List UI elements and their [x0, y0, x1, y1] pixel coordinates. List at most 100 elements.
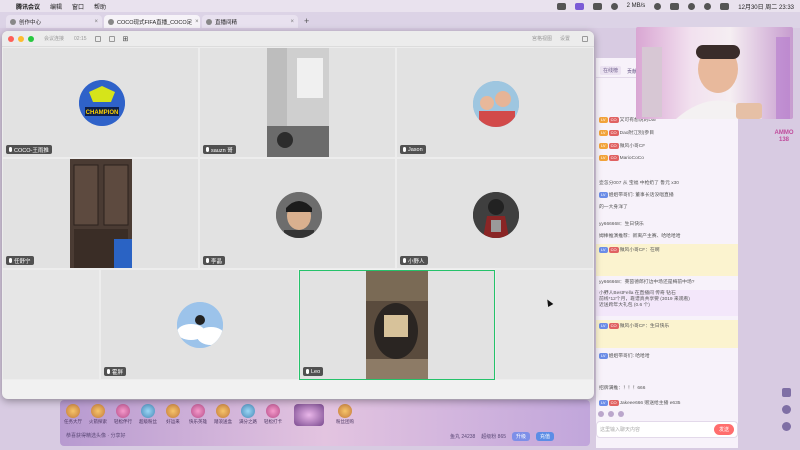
gift-item[interactable]: 轻松打卡	[264, 404, 282, 427]
fan-badge: CO	[608, 117, 619, 123]
minimize-window-button[interactable]	[18, 35, 24, 42]
tray-icon[interactable]	[592, 2, 602, 10]
menu-app-name[interactable]: 腾讯会议	[16, 2, 40, 11]
participant-tile[interactable]: Jason	[396, 47, 594, 158]
rail-refresh-icon[interactable]	[782, 405, 791, 414]
participant-face-image	[276, 192, 322, 238]
view-switch-button[interactable]: 宫格视图	[532, 35, 552, 42]
chat-message: 姆棒推演推荐：新离产主赛、哈哈哈哈	[599, 234, 681, 239]
close-icon[interactable]: ×	[94, 19, 98, 25]
meeting-status-icon[interactable]	[556, 2, 566, 10]
gift-item[interactable]: 满分之路	[239, 404, 257, 427]
gift-item[interactable]: 超级粉丝	[139, 404, 157, 427]
gift-item[interactable]: 任务大厅	[64, 404, 82, 427]
chat-toolbar	[598, 411, 624, 417]
rail-menu-icon[interactable]	[782, 388, 791, 397]
menu-item-window[interactable]: 窗口	[72, 2, 84, 11]
chat-message: yy666668：生日快乐	[599, 222, 644, 227]
participant-name-tag: Jason	[400, 145, 426, 154]
mic-icon	[107, 369, 110, 374]
gift-item[interactable]: 轻松伴行	[114, 404, 132, 427]
emoji-icon[interactable]	[598, 411, 604, 417]
close-window-button[interactable]	[8, 35, 14, 42]
close-icon[interactable]: ×	[290, 19, 294, 25]
menu-item-edit[interactable]: 编辑	[50, 2, 62, 11]
gift-item[interactable]: 粉丝团购	[336, 404, 354, 427]
color-icon[interactable]	[618, 411, 624, 417]
participant-tile[interactable]: 李晶	[199, 158, 396, 269]
participant-tile[interactable]: 小野人	[396, 158, 594, 269]
participant-tile[interactable]: sauzn 哥	[199, 47, 396, 158]
mic-icon	[206, 258, 209, 263]
control-center-icon[interactable]	[720, 2, 730, 10]
gift-icon	[91, 404, 105, 418]
browser-tab-label: COCO现式FIFA直播_COCO足	[117, 19, 193, 26]
stream-stats: 鱼丸 24238 超级粉 865 升级 充值	[450, 432, 555, 441]
gift-list: 任务大厅 火箭探索 轻松伴行 超级粉丝 好运来 快乐英雄 踏浪送盒 满分之路 轻…	[64, 404, 354, 427]
rail-badge[interactable]: AMMO 138	[772, 130, 796, 144]
fullscreen-icon[interactable]	[582, 35, 588, 42]
mic-icon	[9, 147, 12, 152]
fullscreen-window-button[interactable]	[28, 35, 34, 42]
mic-icon	[206, 147, 209, 152]
send-button[interactable]: 发送	[713, 424, 734, 435]
participant-tile[interactable]: CHAMPION COCO-王雨推	[2, 47, 199, 158]
gift-item[interactable]	[289, 404, 329, 427]
menu-bar: 腾讯会议 编辑 窗口 帮助 2 MB/s 12月30日 周二 23:33	[0, 0, 800, 12]
menu-item-help[interactable]: 帮助	[94, 2, 106, 11]
participant-tile[interactable]: 任舒宁	[2, 158, 199, 269]
level-badge: LV	[599, 155, 608, 161]
chat-message: 小野人BestFella 在直播间 传奇 钻石 前线*12个月，靠谱真共享要 (…	[596, 290, 738, 316]
menubar-clock[interactable]: 12月30日 周二 23:33	[738, 2, 794, 11]
mic-icon	[9, 258, 12, 263]
fish-ball-count: 鱼丸 24238	[450, 434, 476, 440]
record-icon[interactable]	[654, 2, 662, 10]
champion-badge-image: CHAMPION	[79, 80, 125, 126]
chat-message: LV 姐姐带哥们: 哈哈哈	[599, 353, 650, 359]
rail-settings-icon[interactable]	[782, 422, 791, 431]
upgrade-button[interactable]: 升级	[512, 432, 531, 441]
sky-photo-image	[177, 302, 223, 348]
recharge-button[interactable]: 充值	[536, 432, 555, 441]
grid-icon[interactable]: ⊞	[123, 35, 129, 43]
settings-button[interactable]: 设置	[560, 35, 570, 42]
gift-item[interactable]: 好运来	[164, 404, 182, 427]
gift-icon[interactable]	[608, 411, 614, 417]
browser-tab-live-stream[interactable]: COCO现式FIFA直播_COCO足 ×	[104, 15, 200, 28]
participant-tile[interactable]: 霍胖	[100, 269, 299, 380]
level-badge: LV	[599, 117, 608, 123]
close-icon[interactable]: ×	[195, 19, 199, 25]
tab-online-rank[interactable]: 在线榜	[600, 66, 622, 75]
chat-input-field[interactable]: 这里输入聊天内容	[600, 426, 711, 433]
gift-icon	[66, 404, 80, 418]
wifi-icon[interactable]	[688, 2, 696, 10]
sync-icon[interactable]	[610, 2, 618, 10]
chat-message: LV CO 微风小哥CF：在啊	[596, 244, 738, 276]
browser-tab-creator-center[interactable]: 创作中心 ×	[6, 15, 102, 28]
search-icon[interactable]	[704, 2, 712, 10]
participant-name-tag: 小野人	[400, 256, 428, 265]
gift-icon	[216, 404, 230, 418]
svg-text:CHAMPION: CHAMPION	[86, 110, 119, 116]
fan-badge: CO	[608, 323, 619, 329]
screen-share-icon[interactable]	[574, 2, 584, 10]
stream-notice: 恭喜获得精选头像 · 分享好	[66, 433, 126, 439]
level-badge: LV	[599, 353, 608, 359]
chat-message: LV CO 微风小哥CF：生日快乐	[596, 320, 738, 348]
gift-item[interactable]: 火箭探索	[89, 404, 107, 427]
browser-tab-strip: 创作中心 × COCO现式FIFA直播_COCO足 × 直播间精 × +	[0, 12, 800, 28]
gift-item[interactable]: 踏浪送盒	[214, 404, 232, 427]
gift-item[interactable]: 快乐英雄	[189, 404, 207, 427]
empty-tile	[2, 269, 100, 380]
right-rail: AMMO 138	[772, 130, 796, 144]
fan-badge: CO	[608, 247, 619, 253]
browser-tab-live-room[interactable]: 直播间精 ×	[202, 15, 298, 28]
participant-tile-active-speaker[interactable]: Leo	[299, 270, 495, 380]
battery-icon[interactable]	[670, 2, 680, 10]
new-tab-button[interactable]: +	[300, 15, 313, 28]
expand-icon[interactable]	[108, 35, 115, 42]
fan-badge: CO	[608, 155, 619, 161]
chat-input-box[interactable]: 这里输入聊天内容 发送	[596, 421, 738, 438]
host-camera-feed	[636, 27, 793, 119]
info-icon[interactable]	[94, 35, 101, 42]
